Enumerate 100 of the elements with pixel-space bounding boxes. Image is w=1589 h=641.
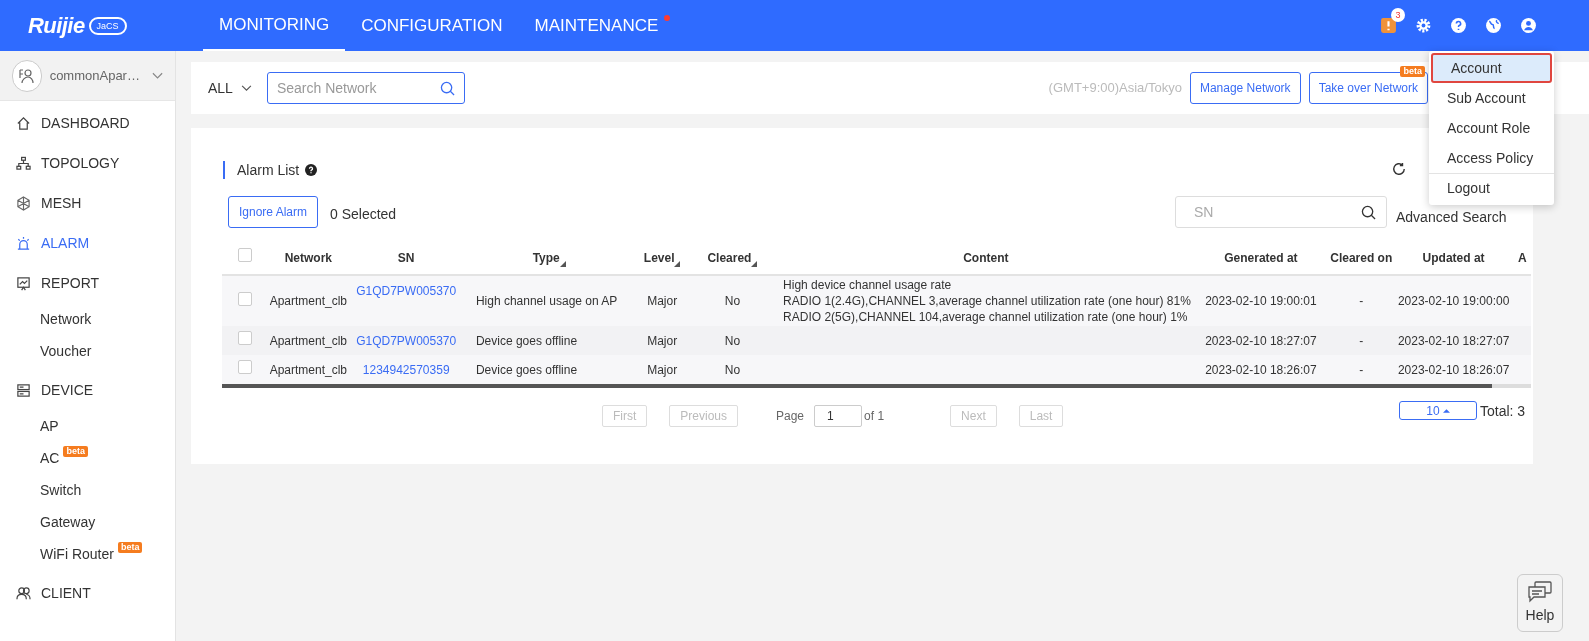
column-header[interactable]: Type <box>532 250 560 265</box>
table-cell: Device goes offline <box>475 333 578 348</box>
help-button[interactable]: Help <box>1517 574 1563 632</box>
chevron-down-icon <box>240 84 252 92</box>
sidebar-subitem[interactable]: Switch <box>40 479 82 501</box>
menu-item[interactable]: Access Policy <box>1429 143 1554 173</box>
sidebar-label: ALARM <box>41 233 90 253</box>
table-cell: Apartment_clb <box>269 362 347 377</box>
sidebar-subitem[interactable]: AP <box>40 415 59 437</box>
total-count: Total: 3 <box>1480 402 1526 421</box>
user-icon[interactable] <box>1520 17 1537 34</box>
sidebar-item[interactable]: REPORT <box>0 263 175 303</box>
server-icon <box>16 382 31 398</box>
sort-icon[interactable] <box>559 260 566 267</box>
menu-item[interactable]: Sub Account <box>1429 83 1554 113</box>
column-header: Generated at <box>1224 250 1298 265</box>
sn-link[interactable]: 1234942570359 <box>362 363 450 377</box>
sidebar-label: DASHBOARD <box>41 113 130 133</box>
chevron-down-icon[interactable] <box>151 71 163 80</box>
chat-icon <box>1527 580 1553 603</box>
column-header: Updated at <box>1422 250 1485 265</box>
sort-icon[interactable] <box>674 260 681 267</box>
table-cell: 2023-02-10 18:26:07 <box>1205 362 1317 377</box>
row-checkbox[interactable] <box>238 331 253 345</box>
sidebar-item[interactable]: CLIENT <box>0 573 175 613</box>
column-header: SN <box>397 250 415 265</box>
help-icon[interactable] <box>305 164 318 176</box>
nav-tab[interactable]: CONFIGURATION <box>345 0 519 51</box>
column-header[interactable]: Level <box>643 250 675 265</box>
sort-icon[interactable] <box>751 260 758 267</box>
sidebar-label: DEVICE <box>41 380 94 400</box>
sidebar-subitem[interactable]: WiFi Router <box>40 543 114 565</box>
table-cell: No <box>724 333 741 348</box>
column-header: A <box>1518 250 1527 265</box>
sidebar-item[interactable]: ALARM <box>0 223 175 263</box>
search-icon <box>439 80 455 96</box>
refresh-icon[interactable] <box>1392 162 1406 176</box>
logo-brand: Ruijie <box>28 12 85 40</box>
table-cell: High channel usage on AP <box>475 294 618 308</box>
page-input[interactable]: 1 <box>814 405 863 427</box>
page-size-select[interactable]: 10 <box>1399 401 1477 420</box>
page-label: Page <box>776 408 805 425</box>
sidebar-label: MESH <box>41 193 82 213</box>
network-button[interactable]: Manage Network <box>1189 72 1301 104</box>
table-cell: 2023-02-10 18:27:07 <box>1397 333 1510 348</box>
scope-dropdown[interactable]: ALL <box>208 77 252 99</box>
sidebar-item[interactable]: DASHBOARD <box>0 103 175 143</box>
horizontal-scrollbar[interactable] <box>222 384 1531 388</box>
settings-icon[interactable] <box>1415 17 1432 34</box>
page-total: of 1 <box>864 408 885 425</box>
menu-item[interactable]: Logout <box>1429 173 1554 203</box>
sidebar-subitem[interactable]: Network <box>40 308 92 330</box>
sidebar-item[interactable]: DEVICE <box>0 370 175 410</box>
menu-item[interactable]: Account Role <box>1429 113 1554 143</box>
selected-count: 0 Selected <box>330 205 397 224</box>
help-label: Help <box>1525 605 1555 625</box>
hierarchy-icon <box>16 155 31 171</box>
search-icon <box>1361 204 1376 220</box>
table-cell: No <box>724 294 741 308</box>
table-cell: No <box>724 362 741 377</box>
table-cell: 2023-02-10 18:27:07 <box>1205 333 1317 348</box>
table-cell: 2023-02-10 19:00:01 <box>1205 294 1317 308</box>
sidebar-item[interactable]: TOPOLOGY <box>0 143 175 183</box>
sn-link[interactable]: G1QD7PW005370 <box>356 284 457 298</box>
table-cell: Major <box>647 333 678 348</box>
table-cell: - <box>1359 333 1364 348</box>
sidebar-subitem[interactable]: Gateway <box>40 511 96 533</box>
table-cell: 2023-02-10 19:00:00 <box>1397 294 1510 308</box>
sn-link[interactable]: G1QD7PW005370 <box>356 334 457 348</box>
row-checkbox[interactable] <box>238 291 253 306</box>
table-cell: - <box>1359 362 1364 377</box>
nav-tab[interactable]: MAINTENANCE <box>518 0 675 51</box>
beta-badge: beta <box>1400 66 1425 77</box>
menu-item[interactable]: Account <box>1431 53 1552 83</box>
chart-icon <box>16 275 31 291</box>
notification-count: 3 <box>1391 8 1405 22</box>
sidebar-item[interactable]: MESH <box>0 183 175 223</box>
alert-icon[interactable] <box>1380 17 1397 34</box>
table-cell: Device goes offline <box>475 362 578 377</box>
column-header[interactable]: Cleared <box>707 250 752 265</box>
table-cell: Major <box>647 294 678 308</box>
content-line: RADIO 2(5G),CHANNEL 104,average channel utilization rate (one hour) 1% <box>783 309 1189 325</box>
sidebar-label: TOPOLOGY <box>41 153 120 173</box>
content-line: RADIO 1(2.4G),CHANNEL 3,average channel utilization rate (one hour) 81% <box>783 293 1192 309</box>
beta-badge: beta <box>117 541 143 553</box>
users-icon <box>16 585 31 601</box>
sidebar-label: CLIENT <box>41 583 91 603</box>
select-all-checkbox[interactable] <box>238 248 253 262</box>
column-header: Network <box>284 250 332 265</box>
beta-badge: beta <box>63 445 88 457</box>
sidebar-subitem[interactable]: AC <box>40 447 60 469</box>
globe-icon[interactable] <box>1485 17 1502 34</box>
advanced-search-link[interactable]: Advanced Search <box>1396 207 1507 228</box>
sidebar-subitem[interactable]: Voucher <box>40 340 92 362</box>
card-title: Alarm List <box>237 160 300 180</box>
nav-tab[interactable]: MONITORING <box>203 0 346 51</box>
caret-up-icon <box>1442 408 1450 413</box>
ignore-alarm-button[interactable]: Ignore Alarm <box>228 196 319 228</box>
table-cell: - <box>1359 294 1364 308</box>
row-checkbox[interactable] <box>238 360 253 374</box>
